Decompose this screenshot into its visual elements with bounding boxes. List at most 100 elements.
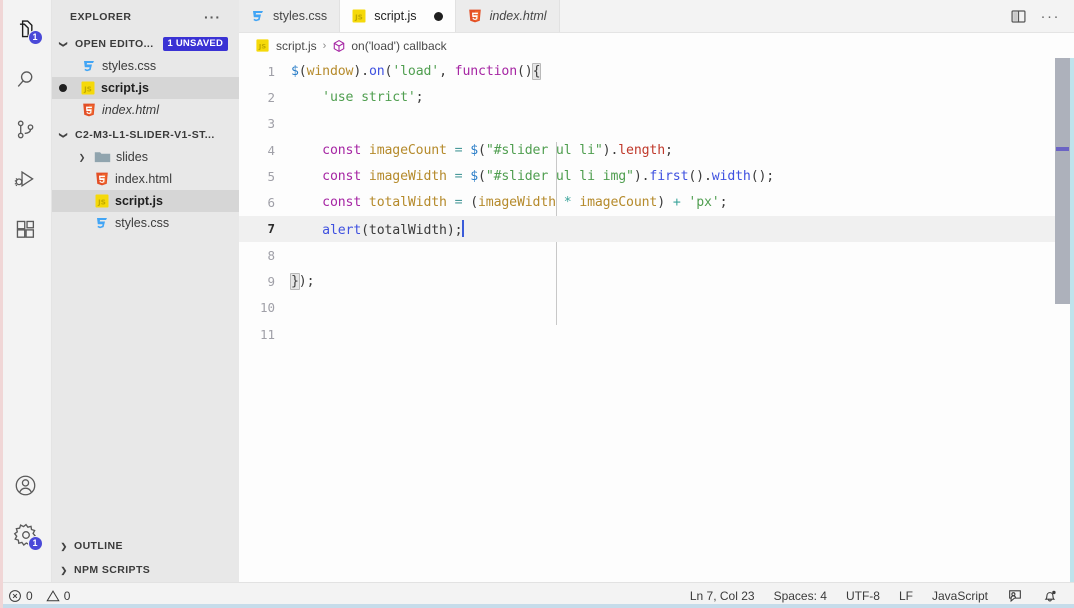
section-outline[interactable]: OUTLINE — [52, 534, 239, 558]
editor-actions: ··· — [1000, 0, 1074, 32]
open-editor-item-styles-css[interactable]: styles.css — [52, 55, 239, 77]
status-bar-right: Ln 7, Col 23 Spaces: 4 UTF-8 LF JavaScri… — [690, 588, 1064, 604]
sidebar-header: EXPLORER ··· — [52, 0, 239, 33]
activity-item-extensions[interactable] — [0, 204, 52, 254]
line-number: 10 — [259, 300, 275, 316]
sidebar-collapsed-sections: OUTLINE NPM SCRIPTS — [52, 534, 239, 582]
tab-styles-css[interactable]: styles.css — [239, 0, 341, 32]
line-number: 6 — [267, 195, 275, 211]
chevron-right-icon — [57, 541, 71, 551]
tab-label: index.html — [489, 9, 547, 23]
folder-icon — [94, 150, 111, 164]
window-left-strip — [0, 0, 3, 608]
code-line: 4 const imageCount = $("#slider ul li").… — [239, 137, 1074, 163]
status-language-mode[interactable]: JavaScript — [932, 589, 988, 603]
activity-item-manage[interactable]: 1 — [0, 510, 52, 560]
error-count: 0 — [26, 588, 33, 603]
feedback-icon[interactable] — [1007, 588, 1023, 604]
sidebar-explorer: EXPLORER ··· OPEN EDITO... 1 UNSAVED sty… — [52, 0, 239, 582]
html-icon — [81, 102, 97, 118]
status-bar-left: 0 0 — [8, 589, 70, 603]
section-workspace-folder[interactable]: C2-M3-L1-SLIDER-V1-ST... — [52, 124, 239, 146]
breadcrumb-file[interactable]: script.js — [276, 39, 317, 53]
split-editor-icon[interactable] — [1010, 8, 1027, 25]
sidebar-title-label: EXPLORER — [70, 10, 132, 23]
sidebar-more-actions-icon[interactable]: ··· — [204, 9, 233, 25]
outline-label: OUTLINE — [74, 540, 123, 552]
tree-item-index-html[interactable]: index.html — [52, 168, 239, 190]
editor-vertical-scrollbar[interactable] — [1055, 58, 1070, 582]
line-number: 11 — [259, 326, 275, 342]
dirty-indicator-dot — [59, 84, 67, 92]
line-content: const totalWidth = (imageWidth * imageCo… — [322, 195, 728, 211]
code-line: 5 const imageWidth = $("#slider ul li im… — [239, 163, 1074, 189]
editor-tab-bar: styles.css JS script.js index.html ··· — [239, 0, 1074, 33]
open-editor-label: index.html — [102, 103, 159, 117]
text-cursor — [462, 219, 465, 237]
activity-item-source-control[interactable] — [0, 104, 52, 154]
tree-item-slides[interactable]: slides — [52, 146, 239, 168]
code-line: 9 }); — [239, 268, 1074, 294]
section-npm-scripts[interactable]: NPM SCRIPTS — [52, 558, 239, 582]
tree-item-script-js[interactable]: JS script.js — [52, 190, 239, 212]
chevron-down-icon — [57, 39, 71, 49]
workbench-body: 1 1 EXPLORER ··· ❯ OPEN EDITO... 1 UNSAV… — [0, 0, 1074, 582]
open-editor-item-index-html[interactable]: index.html — [52, 99, 239, 121]
open-editors-label: OPEN EDITO... — [75, 38, 154, 50]
cursor-position-marker — [1056, 147, 1069, 151]
run-debug-icon — [13, 167, 38, 192]
line-number: 2 — [267, 89, 275, 105]
js-icon: JS — [80, 80, 96, 96]
code-line: 3 — [239, 111, 1074, 137]
notifications-icon[interactable] — [1042, 588, 1058, 604]
section-open-editors[interactable]: OPEN EDITO... 1 UNSAVED — [52, 33, 239, 55]
line-number: 8 — [267, 247, 275, 263]
code-content: 1 $(window).on('load', function(){ 2 'us… — [239, 58, 1074, 582]
tree-item-styles-css[interactable]: styles.css — [52, 212, 239, 234]
breadcrumb-symbol[interactable]: on('load') callback — [351, 39, 446, 53]
code-line: 8 — [239, 242, 1074, 268]
line-number: 9 — [267, 274, 275, 290]
chevron-right-icon[interactable] — [75, 152, 89, 162]
editor-right-edge — [1070, 58, 1074, 582]
error-icon — [8, 589, 22, 603]
tab-script-js[interactable]: JS script.js — [340, 0, 456, 32]
svg-text:JS: JS — [97, 198, 106, 206]
window-bottom-strip — [0, 604, 1074, 608]
status-problems[interactable]: 0 0 — [8, 589, 70, 603]
vscode-window: 1 1 EXPLORER ··· ❯ OPEN EDITO... 1 UNSAV… — [0, 0, 1074, 608]
code-editor[interactable]: 1 $(window).on('load', function(){ 2 'us… — [239, 58, 1074, 582]
svg-text:JS: JS — [258, 42, 266, 50]
tree-item-label: script.js — [115, 194, 163, 208]
npm-scripts-label: NPM SCRIPTS — [74, 564, 151, 576]
open-editor-item-script-js[interactable]: JS script.js — [52, 77, 239, 99]
line-number: 4 — [267, 142, 275, 158]
warning-icon — [46, 589, 60, 603]
activity-item-search[interactable] — [0, 54, 52, 104]
activity-item-accounts[interactable] — [0, 460, 52, 510]
tab-index-html[interactable]: index.html — [455, 0, 560, 32]
activity-bar-top-group: 1 — [0, 0, 52, 254]
status-encoding[interactable]: UTF-8 — [846, 589, 880, 603]
status-eol[interactable]: LF — [899, 589, 913, 603]
activity-item-explorer[interactable]: 1 — [0, 4, 52, 54]
line-content: 'use strict'; — [322, 89, 424, 105]
line-number: 5 — [267, 168, 275, 184]
cube-icon — [332, 39, 346, 53]
open-editor-label: styles.css — [102, 59, 157, 73]
workspace-folder-label: C2-M3-L1-SLIDER-V1-ST... — [75, 129, 215, 141]
tab-label: styles.css — [273, 9, 328, 23]
status-cursor-position[interactable]: Ln 7, Col 23 — [690, 589, 755, 603]
line-number: 7 — [267, 221, 275, 237]
line-content: const imageCount = $("#slider ul li").le… — [322, 142, 673, 158]
tab-dirty-indicator[interactable] — [433, 11, 443, 21]
scrollbar-thumb[interactable] — [1055, 58, 1070, 304]
source-control-icon — [14, 118, 37, 141]
status-indentation[interactable]: Spaces: 4 — [774, 589, 827, 603]
activity-item-run-and-debug[interactable] — [0, 154, 52, 204]
unsaved-badge: 1 UNSAVED — [162, 36, 229, 52]
tree-item-label: slides — [116, 150, 148, 164]
html-icon — [94, 171, 110, 187]
more-actions-icon[interactable]: ··· — [1041, 9, 1061, 24]
line-content: $(window).on('load', function(){ — [291, 62, 542, 80]
